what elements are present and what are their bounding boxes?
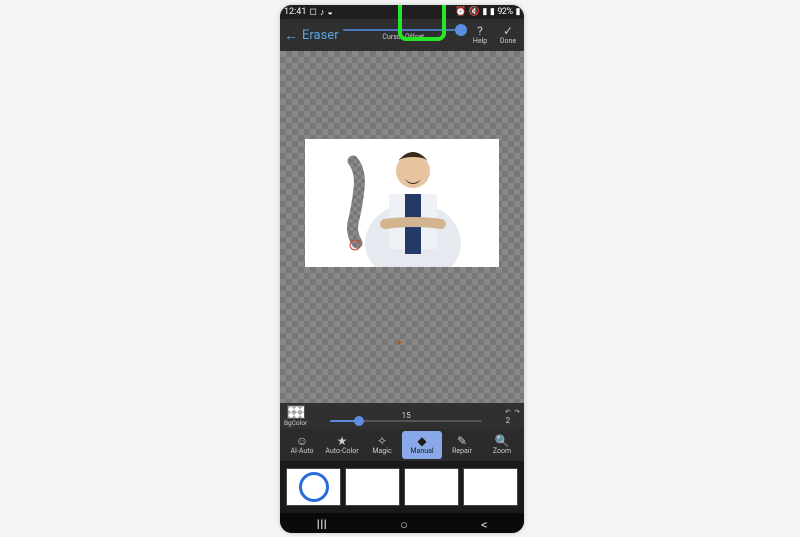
bgcolor-button[interactable]: BgColor [284, 405, 307, 427]
checker-icon [287, 405, 305, 419]
battery-pct: 92% [497, 7, 512, 17]
wand-icon: ✧ [377, 435, 387, 447]
tiktok-icon: ♪ [320, 7, 325, 18]
clock: 12:41 [284, 7, 306, 17]
canvas[interactable] [280, 51, 524, 403]
alarm-icon: ⏰ [455, 7, 466, 17]
cursor-indicator [398, 341, 401, 344]
tool-title: Eraser [302, 28, 339, 43]
thumbnail-1[interactable] [286, 468, 341, 506]
tool-auto-color[interactable]: ★ Auto-Color [322, 431, 362, 459]
top-bar: ← Eraser Cursor Offset ? Help ✓ Done [280, 19, 524, 51]
eraser-icon: ◆ [417, 435, 426, 447]
gallery-icon: ◻ [309, 7, 316, 17]
thumbnails [280, 461, 524, 513]
tool-ai-auto[interactable]: ☺ AI-Auto [282, 431, 322, 459]
undo-button[interactable]: ↶ 2 [505, 408, 510, 425]
tool-magic[interactable]: ✧ Magic [362, 431, 402, 459]
redo-icon: ↷ [515, 408, 520, 416]
phone-frame: 12:41 ◻ ♪ ◒ ⏰ 🔇 ▮ ▮ 92% ▮ ← Eraser Curso… [280, 5, 524, 533]
check-icon: ✓ [503, 25, 513, 37]
back-button[interactable]: < [481, 518, 488, 533]
thumbnail-4[interactable] [463, 468, 518, 506]
brush-icon: ✎ [457, 435, 467, 447]
messenger-icon: ◒ [327, 7, 332, 18]
undo-icon: ↶ [505, 408, 510, 416]
star-icon: ★ [337, 435, 348, 447]
cursor-offset-slider[interactable]: Cursor Offset [343, 29, 464, 41]
undo-count: 2 [506, 416, 511, 425]
thumbnail-2[interactable] [345, 468, 400, 506]
recents-button[interactable]: III [316, 518, 327, 533]
home-button[interactable]: ○ [400, 517, 408, 533]
person-icon: ☺ [296, 435, 308, 447]
help-button[interactable]: ? Help [468, 25, 492, 45]
tool-manual[interactable]: ◆ Manual [402, 431, 442, 459]
tool-zoom[interactable]: 🔍 Zoom [482, 431, 522, 459]
cursor-offset-label: Cursor Offset [382, 33, 424, 41]
size-slider[interactable]: 15 [311, 411, 501, 422]
tool-repair[interactable]: ✎ Repair [442, 431, 482, 459]
photo [305, 139, 499, 267]
mute-icon: 🔇 [469, 7, 480, 17]
magnifier-icon: 🔍 [495, 435, 510, 447]
back-arrow-icon[interactable]: ← [284, 27, 298, 44]
signal-1-icon: ▮ [482, 7, 486, 17]
done-button[interactable]: ✓ Done [496, 25, 520, 45]
help-icon: ? [477, 25, 483, 37]
redo-button[interactable]: ↷ [515, 408, 520, 424]
thumbnail-3[interactable] [404, 468, 459, 506]
status-bar: 12:41 ◻ ♪ ◒ ⏰ 🔇 ▮ ▮ 92% ▮ [280, 5, 524, 19]
size-value: 15 [402, 411, 411, 420]
android-nav-bar: III ○ < [280, 513, 524, 533]
signal-2-icon: ▮ [490, 7, 494, 17]
size-strip: BgColor 15 ↶ 2 ↷ [280, 403, 524, 429]
battery-icon: ▮ [516, 7, 520, 17]
tool-strip: ☺ AI-Auto ★ Auto-Color ✧ Magic ◆ Manual … [280, 429, 524, 461]
